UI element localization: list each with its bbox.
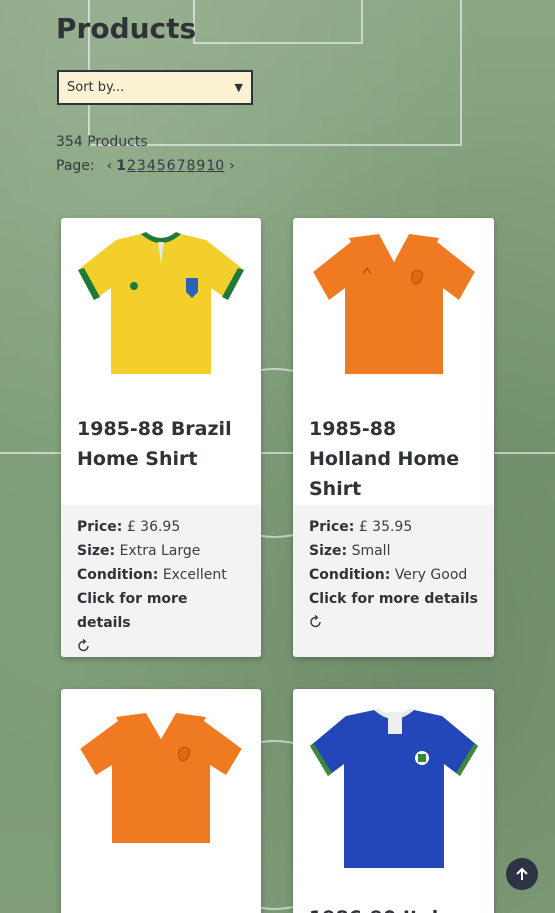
page-link-9[interactable]: 9 xyxy=(196,158,205,174)
page-link-6[interactable]: 6 xyxy=(167,158,176,174)
scroll-to-top-button[interactable] xyxy=(506,858,538,890)
condition-row: Condition: Very Good xyxy=(309,563,478,587)
arrow-up-icon xyxy=(516,867,528,880)
product-image[interactable] xyxy=(293,218,494,388)
size-value: Extra Large xyxy=(119,543,201,559)
product-name[interactable]: 1985-88 Brazil Home Shirt xyxy=(77,414,247,474)
size-row: Size: Small xyxy=(309,539,478,563)
price-value: £ 35.95 xyxy=(358,519,413,535)
page-link-4[interactable]: 4 xyxy=(147,158,156,174)
refresh-icon[interactable] xyxy=(309,615,323,629)
product-name[interactable]: 1985-88 Holland Home Shirt xyxy=(309,414,479,504)
page-link-8[interactable]: 8 xyxy=(187,158,196,174)
price-row: Price: £ 36.95 xyxy=(77,515,245,539)
page-link-10[interactable]: 10 xyxy=(206,158,224,174)
price-value: £ 36.95 xyxy=(126,519,181,535)
product-image[interactable] xyxy=(293,699,494,874)
size-label: Size: xyxy=(309,543,348,559)
shirt-image xyxy=(309,707,478,868)
shirt-image xyxy=(78,712,244,843)
condition-value: Excellent xyxy=(162,567,227,583)
price-row: Price: £ 35.95 xyxy=(309,515,478,539)
product-details: Price: £ 35.95 Size: Small Condition: Ve… xyxy=(293,505,494,657)
product-card[interactable]: 1986-90 Italy xyxy=(293,689,494,913)
condition-label: Condition: xyxy=(309,567,391,583)
refresh-icon[interactable] xyxy=(77,639,91,653)
sort-select[interactable]: Sort by... ▼ xyxy=(57,70,253,105)
price-label: Price: xyxy=(77,519,123,535)
more-details-link[interactable]: Click for more details xyxy=(309,587,478,611)
size-value: Small xyxy=(351,543,391,559)
chevron-right-icon[interactable]: › xyxy=(229,158,235,174)
pagination-label: Page: xyxy=(56,158,95,174)
page-link-3[interactable]: 3 xyxy=(137,158,146,174)
shirt-image xyxy=(78,232,244,374)
product-count: 354 Products xyxy=(56,134,148,150)
product-image[interactable] xyxy=(61,697,261,857)
page-title: Products xyxy=(56,12,197,45)
product-card[interactable] xyxy=(61,689,261,913)
condition-row: Condition: Excellent xyxy=(77,563,245,587)
price-label: Price: xyxy=(309,519,355,535)
page-link-2[interactable]: 2 xyxy=(127,158,136,174)
pagination: Page: ‹ 1 2 3 4 5 6 7 8 9 10 › xyxy=(56,158,239,174)
page-link-1[interactable]: 1 xyxy=(116,158,126,174)
page-link-5[interactable]: 5 xyxy=(157,158,166,174)
size-row: Size: Extra Large xyxy=(77,539,245,563)
chevron-down-icon: ▼ xyxy=(234,81,243,94)
product-card[interactable]: 1985-88 Brazil Home Shirt Price: £ 36.95… xyxy=(61,218,261,657)
shirt-image xyxy=(310,233,477,374)
chevron-left-icon[interactable]: ‹ xyxy=(107,158,113,174)
more-details-link[interactable]: Click for more details xyxy=(77,587,245,635)
product-image[interactable] xyxy=(61,218,261,388)
page-link-7[interactable]: 7 xyxy=(177,158,186,174)
product-name[interactable]: 1986-90 Italy xyxy=(309,903,479,913)
condition-value: Very Good xyxy=(394,567,468,583)
product-details: Price: £ 36.95 Size: Extra Large Conditi… xyxy=(61,505,261,657)
product-card[interactable]: 1985-88 Holland Home Shirt Price: £ 35.9… xyxy=(293,218,494,657)
condition-label: Condition: xyxy=(77,567,159,583)
size-label: Size: xyxy=(77,543,116,559)
sort-select-value: Sort by... xyxy=(67,80,125,95)
